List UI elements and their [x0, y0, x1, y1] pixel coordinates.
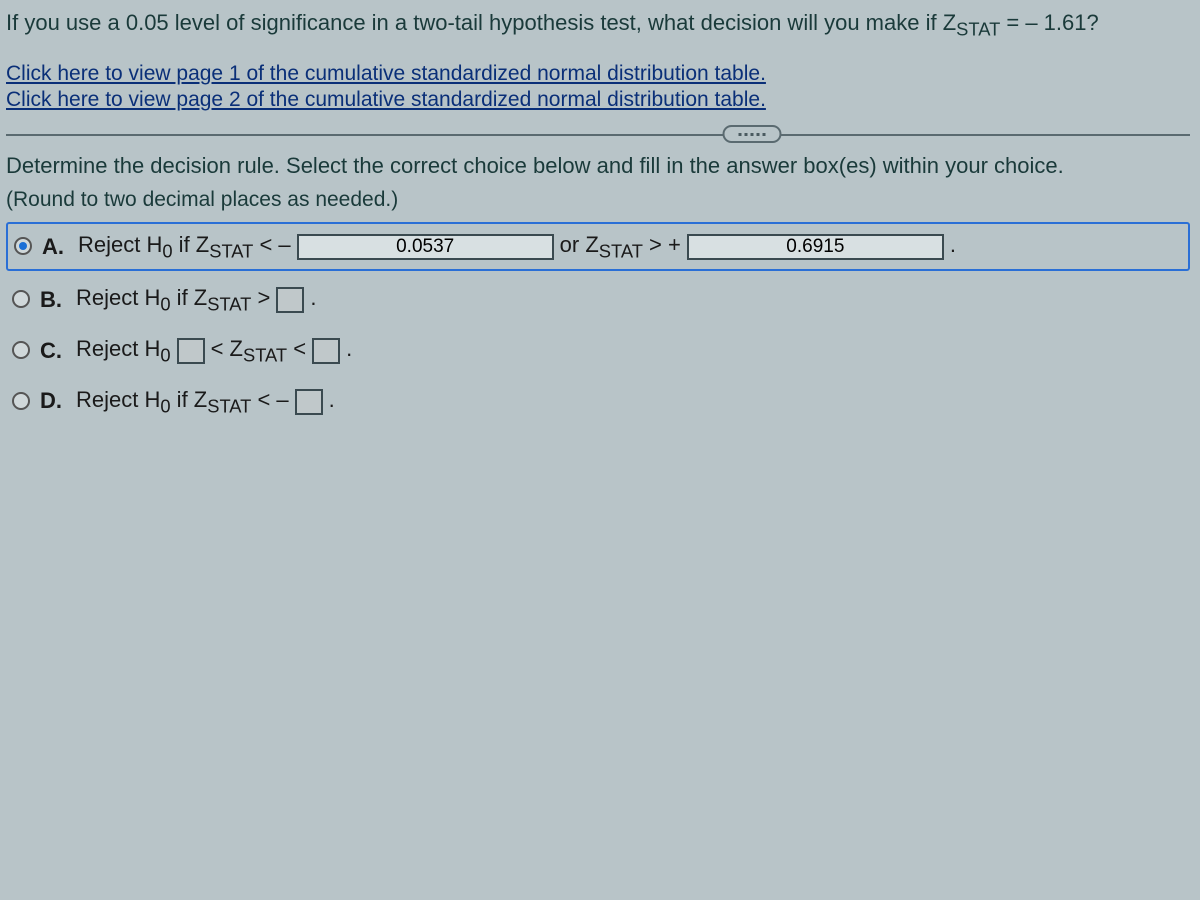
choice-text-B: Reject H0 if ZSTAT > . [76, 281, 316, 318]
question-text: If you use a 0.05 level of significance … [6, 6, 1190, 43]
answer-A-lower[interactable] [297, 234, 554, 260]
radio-A[interactable] [14, 237, 32, 255]
choice-letter-A: A. [42, 230, 68, 263]
radio-B[interactable] [12, 290, 30, 308]
choice-letter-B: B. [40, 283, 66, 316]
answer-C-upper[interactable] [312, 338, 340, 364]
link-table-page1[interactable]: Click here to view page 1 of the cumulat… [6, 61, 1190, 87]
question-zstat-sub: STAT [956, 18, 1000, 39]
answer-C-lower[interactable] [177, 338, 205, 364]
answer-D[interactable] [295, 389, 323, 415]
divider-line [6, 134, 1190, 136]
choice-A[interactable]: A. Reject H0 if ZSTAT < – or ZSTAT > + . [6, 222, 1190, 271]
choice-list: A. Reject H0 if ZSTAT < – or ZSTAT > + .… [6, 222, 1190, 424]
answer-B[interactable] [276, 287, 304, 313]
radio-D[interactable] [12, 392, 30, 410]
answer-A-upper[interactable] [687, 234, 944, 260]
section-divider [6, 125, 1190, 143]
choice-D[interactable]: D. Reject H0 if ZSTAT < – . [6, 379, 1190, 424]
link-table-page2[interactable]: Click here to view page 2 of the cumulat… [6, 87, 1190, 113]
choice-letter-C: C. [40, 334, 66, 367]
question-suffix: = – 1.61? [1000, 10, 1098, 35]
choice-C[interactable]: C. Reject H0 < ZSTAT < . [6, 328, 1190, 373]
divider-pill [722, 125, 781, 143]
round-note: (Round to two decimal places as needed.) [6, 184, 1190, 216]
question-prefix: If you use a 0.05 level of significance … [6, 10, 956, 35]
radio-C[interactable] [12, 341, 30, 359]
instruction-text: Determine the decision rule. Select the … [6, 149, 1190, 182]
choice-text-D: Reject H0 if ZSTAT < – . [76, 383, 335, 420]
choice-letter-D: D. [40, 384, 66, 417]
choice-B[interactable]: B. Reject H0 if ZSTAT > . [6, 277, 1190, 322]
choice-text-C: Reject H0 < ZSTAT < . [76, 332, 352, 369]
choice-text-A: Reject H0 if ZSTAT < – or ZSTAT > + . [78, 228, 956, 265]
